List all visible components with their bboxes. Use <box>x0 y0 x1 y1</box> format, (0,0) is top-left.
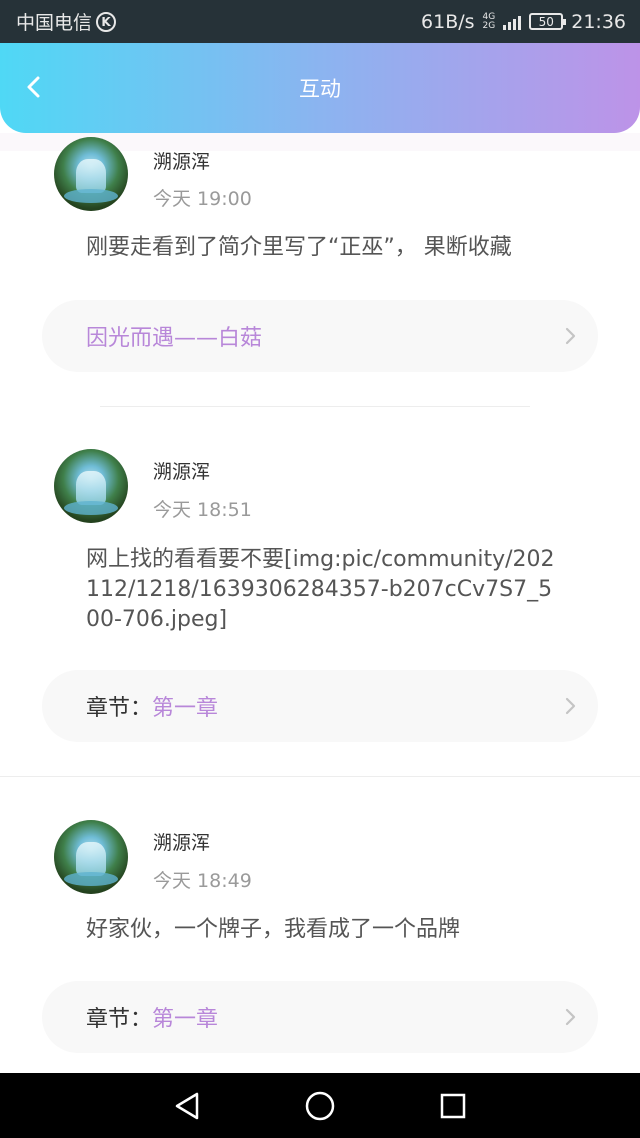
link-text: 因光而遇——白菇 <box>86 326 263 351</box>
system-nav-bar <box>0 1073 640 1138</box>
comment-username[interactable]: 溯源浑 <box>153 457 210 484</box>
comment-card: 溯源浑 今天 18:49 好家伙，一个牌子，我看成了一个品牌 章节： 第一章 <box>0 793 640 1073</box>
comment-username[interactable]: 溯源浑 <box>153 828 210 855</box>
avatar[interactable] <box>54 137 128 211</box>
network-type-bottom: 2G <box>482 20 496 31</box>
app-header: 互动 <box>0 43 640 133</box>
square-recent-icon <box>441 1093 466 1118</box>
avatar[interactable] <box>54 820 128 894</box>
signal-icon <box>503 14 522 30</box>
link-prefix: 章节： <box>86 1007 153 1032</box>
page-title: 互动 <box>299 77 341 101</box>
battery-icon: 50 <box>529 13 567 30</box>
network-type: 4G 2G <box>482 12 496 31</box>
chevron-left-icon <box>27 76 40 98</box>
divider <box>0 776 640 777</box>
comment-time: 今天 18:51 <box>153 499 252 521</box>
chevron-right-icon <box>565 327 576 345</box>
circle-home-icon <box>305 1091 335 1120</box>
carrier-name: 中国电信 <box>16 12 93 34</box>
divider <box>100 406 530 407</box>
link-text: 第一章 <box>152 696 219 721</box>
comment-username[interactable]: 溯源浑 <box>153 147 210 174</box>
system-recent-button[interactable] <box>435 1088 471 1124</box>
status-bar-left: 中国电信 K <box>16 8 117 35</box>
status-bar-right: 61B/s 4G 2G 50 21:36 <box>421 11 626 33</box>
comment-time: 今天 18:49 <box>153 870 252 892</box>
link-text: 第一章 <box>152 1007 219 1032</box>
network-speed: 61B/s <box>421 10 475 33</box>
comment-list[interactable]: 溯源浑 今天 19:00 刚要走看到了简介里写了“正巫”， 果断收藏 因光而遇—… <box>0 133 640 1073</box>
battery-level: 50 <box>538 14 554 29</box>
chevron-right-icon <box>565 1008 576 1026</box>
system-back-button[interactable] <box>169 1088 205 1124</box>
avatar[interactable] <box>54 449 128 523</box>
comment-text: 好家伙，一个牌子，我看成了一个品牌 <box>86 917 461 942</box>
comment-text: 刚要走看到了简介里写了“正巫”， 果断收藏 <box>86 235 512 260</box>
comment-text: 网上找的看看要不要[img:pic/community/202112/1218/… <box>86 547 555 632</box>
chevron-right-icon <box>565 697 576 715</box>
comment-card: 溯源浑 今天 18:51 网上找的看看要不要[img:pic/community… <box>0 423 640 763</box>
comment-time: 今天 19:00 <box>153 188 252 210</box>
clock: 21:36 <box>571 10 626 33</box>
chapter-link-row[interactable]: 章节： 第一章 <box>42 670 598 742</box>
book-link-row[interactable]: 因光而遇——白菇 <box>42 300 598 372</box>
status-bar: 中国电信 K 61B/s 4G 2G 50 21:36 <box>0 0 640 43</box>
system-home-button[interactable] <box>302 1088 338 1124</box>
chapter-link-row[interactable]: 章节： 第一章 <box>42 981 598 1053</box>
carrier-badge-icon: K <box>96 11 117 32</box>
back-button[interactable] <box>18 71 50 103</box>
triangle-back-icon <box>175 1092 198 1119</box>
link-prefix: 章节： <box>86 696 153 721</box>
comment-card: 溯源浑 今天 19:00 刚要走看到了简介里写了“正巫”， 果断收藏 因光而遇—… <box>0 133 640 403</box>
